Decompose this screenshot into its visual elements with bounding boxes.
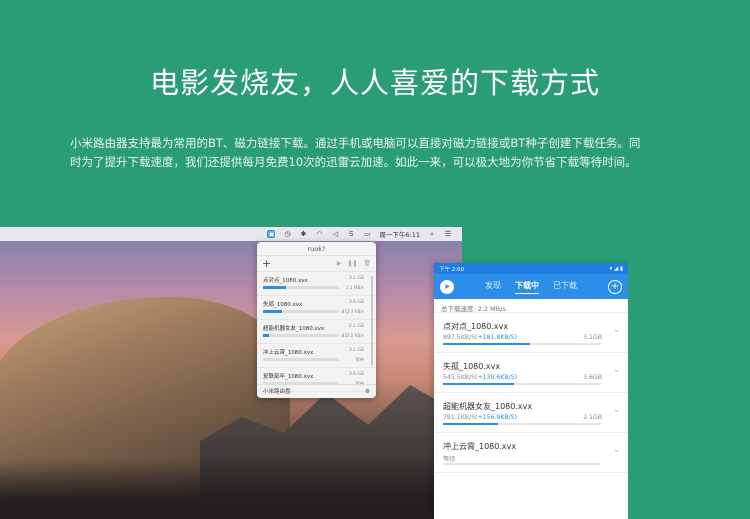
popup-task-size: 3.6 GB — [348, 372, 364, 377]
download-boost: (+181.8KB/S) — [475, 334, 518, 341]
popup-task-size: 2.1 GB — [348, 324, 364, 329]
popup-scrollbar[interactable] — [371, 276, 373, 366]
download-speed: 897.5KB/S(+181.8KB/S) — [443, 334, 517, 341]
download-size: 3.1GB — [583, 334, 602, 341]
download-progress — [443, 383, 601, 385]
download-speed-value: 791.1KB/S — [443, 414, 476, 421]
bird-logo-icon[interactable]: ➤ — [440, 279, 454, 294]
download-row[interactable]: 点对点_1080.xvx 897.5KB/S(+181.8KB/S) 3.1GB … — [434, 313, 628, 353]
battery-icon[interactable]: ▭ — [363, 230, 371, 238]
hero-desc-line-2: 时为了提升下载速度，我们还提供每月免费10次的迅雷云加速。如此一来，可以极大地为… — [70, 155, 637, 169]
download-speed: 791.1KB/S(+156.9KB/S) — [443, 414, 517, 421]
gear-icon[interactable]: ⚙ — [365, 385, 370, 398]
add-download-button[interactable]: + — [608, 279, 622, 294]
phone-download-list: 点对点_1080.xvx 897.5KB/S(+181.8KB/S) 3.1GB … — [434, 313, 628, 473]
popup-toolbar: + ▶ ❚❚ 🗑 — [257, 256, 376, 272]
tab-2[interactable]: 已下载 — [553, 280, 577, 294]
hero-title: 电影发烧友，人人喜爱的下载方式 — [149, 66, 600, 100]
popup-task-speed: 832.5 KB/s — [341, 333, 364, 338]
phone-app-screenshot: 下午 2:00 ▾ ◢ ▮ ➤ 发现 下载中 已下载 + 总下载速度: 2.2 MB… — [434, 263, 628, 519]
popup-task-progress — [263, 310, 339, 313]
download-boost: (+156.9KB/S) — [475, 414, 518, 421]
mac-desktop-screenshot: ▣ ◷ ✱ ◠ ◁ S ▭ 周一下午6:11 ⌕ ☰ — [0, 227, 462, 519]
download-size: 3.6GB — [583, 374, 602, 381]
tab-1[interactable]: 下载中 — [515, 280, 539, 294]
hero-description: 小米路由器支持最为常用的BT、磁力链接下载。通过手机或电脑可以直接对磁力链接或B… — [70, 134, 680, 172]
download-speed: 545.5KB/S(+139.6KB/S) — [443, 374, 517, 381]
download-name: 点对点_1080.xvx — [443, 322, 509, 331]
download-row[interactable]: 冲上云霄_1080.xvx 等待 ⌄ — [434, 433, 628, 473]
bluetooth-icon[interactable]: ✱ — [299, 230, 307, 238]
timemachine-icon[interactable]: ◷ — [283, 230, 291, 238]
search-icon[interactable]: ⌕ — [428, 230, 436, 238]
download-size: 2.1GB — [583, 414, 602, 421]
download-status: 等待 — [443, 456, 456, 463]
popup-task-progress — [263, 286, 339, 289]
tab-0[interactable]: 发现 — [485, 280, 501, 294]
download-name: 超能机器女友_1080.xvx — [443, 402, 533, 411]
popup-title: ruok? — [257, 242, 376, 256]
phone-status-icons: ▾ ◢ ▮ — [609, 265, 623, 272]
trash-icon[interactable]: 🗑 — [363, 260, 371, 267]
download-popup: ruok? + ▶ ❚❚ 🗑 点对点_1080.xvx 3.1 GB 1.1 M… — [257, 242, 376, 398]
popup-task-list: 点对点_1080.xvx 3.1 GB 1.1 MB/s 失孤_1080.xvx… — [257, 272, 376, 392]
chevron-down-icon[interactable]: ⌄ — [613, 445, 620, 454]
popup-task-row[interactable]: 冲上云霄_1080.xvx 3.1 GB 等待 — [257, 344, 376, 368]
chevron-down-icon[interactable]: ⌄ — [613, 325, 620, 334]
popup-footer: 小米路由盘 ⚙ — [257, 384, 376, 398]
background-strip — [628, 263, 750, 519]
add-task-button[interactable]: + — [262, 257, 271, 270]
phone-tabs: 发现 下载中 已下载 — [485, 280, 577, 294]
download-progress — [443, 423, 601, 425]
play-icon[interactable]: ▶ — [337, 260, 342, 267]
trees-wallpaper — [0, 459, 462, 519]
download-speed-value: 897.5KB/S — [443, 334, 476, 341]
phone-app-bar: ➤ 发现 下载中 已下载 + — [434, 274, 628, 299]
menubar-clock[interactable]: 周一下午6:11 — [379, 229, 420, 239]
popup-task-row[interactable]: 失孤_1080.xvx 3.6 GB 872.3 KB/s — [257, 296, 376, 320]
download-speed-value: 545.5KB/S — [443, 374, 476, 381]
wifi-icon[interactable]: ◠ — [315, 230, 323, 238]
phone-status-bar: 下午 2:00 ▾ ◢ ▮ — [434, 263, 628, 274]
chevron-down-icon[interactable]: ⌄ — [613, 365, 620, 374]
download-row[interactable]: 失孤_1080.xvx 545.5KB/S(+139.6KB/S) 3.6GB ⌄ — [434, 353, 628, 393]
download-progress — [443, 343, 601, 345]
router-disk-label: 小米路由盘 — [263, 389, 291, 395]
popup-task-row[interactable]: 超能机器女友_1080.xvx 2.1 GB 832.5 KB/s — [257, 320, 376, 344]
download-boost: (+139.6KB/S) — [475, 374, 518, 381]
pause-icon[interactable]: ❚❚ — [347, 260, 357, 267]
hero-desc-line-1: 小米路由器支持最为常用的BT、磁力链接下载。通过手机或电脑可以直接对磁力链接或B… — [70, 136, 641, 150]
popup-task-size: 3.1 GB — [348, 348, 364, 353]
download-name: 失孤_1080.xvx — [443, 362, 501, 371]
popup-task-size: 3.6 GB — [348, 300, 364, 305]
popup-task-speed: 等待 — [355, 357, 364, 362]
popup-task-row[interactable]: 点对点_1080.xvx 3.1 GB 1.1 MB/s — [257, 272, 376, 296]
volume-icon[interactable]: ◁ — [331, 230, 339, 238]
popup-task-progress — [263, 358, 339, 361]
chevron-down-icon[interactable]: ⌄ — [613, 405, 620, 414]
total-speed: 总下载速度: 2.2 MB/s — [434, 299, 628, 313]
popup-task-speed: 872.3 KB/s — [341, 309, 364, 314]
popup-task-speed: 1.1 MB/s — [345, 285, 364, 290]
download-progress — [443, 463, 601, 465]
popup-task-progress — [263, 334, 339, 337]
download-name: 冲上云霄_1080.xvx — [443, 442, 517, 451]
phone-status-time: 下午 2:00 — [439, 266, 465, 273]
download-row[interactable]: 超能机器女友_1080.xvx 791.1KB/S(+156.9KB/S) 2.1… — [434, 393, 628, 433]
menu-list-icon[interactable]: ☰ — [444, 230, 452, 238]
popup-task-size: 3.1 GB — [348, 276, 364, 281]
mac-menubar: ▣ ◷ ✱ ◠ ◁ S ▭ 周一下午6:11 ⌕ ☰ — [0, 227, 462, 241]
router-app-icon[interactable]: ▣ — [267, 230, 276, 238]
input-icon[interactable]: S — [347, 230, 355, 238]
